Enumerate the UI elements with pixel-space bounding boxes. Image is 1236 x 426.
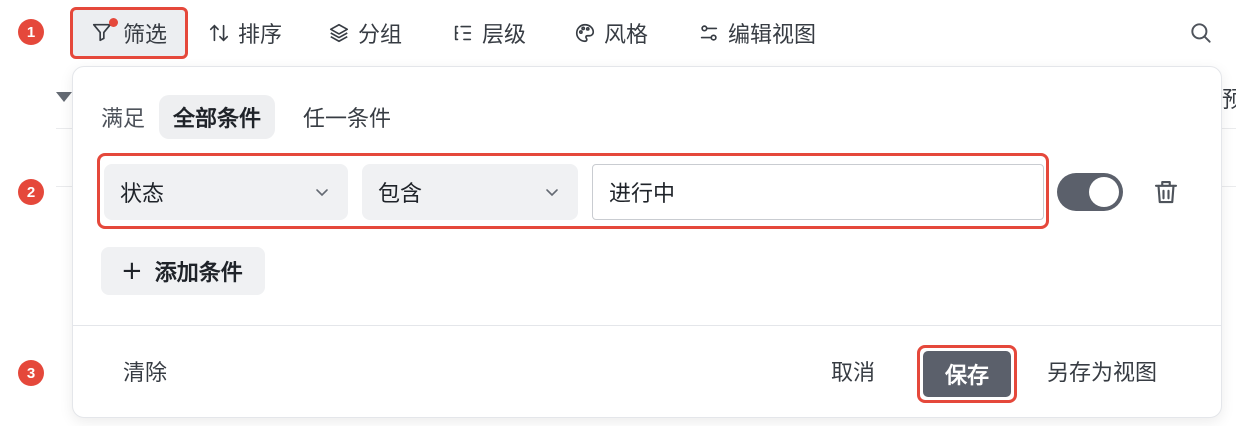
level-button[interactable]: 层级	[442, 7, 536, 59]
plus-icon: +	[121, 256, 143, 286]
condition-enable-toggle[interactable]	[1057, 173, 1123, 211]
save-as-view-button[interactable]: 另存为视图	[1047, 355, 1157, 387]
filter-active-dot	[108, 18, 118, 27]
edit-view-button[interactable]: 编辑视图	[688, 7, 826, 59]
filter-panel: 满足 全部条件 任一条件 状态 包含 + 添加条件 清除 取消 保存 另存为视图	[72, 66, 1222, 418]
clear-button[interactable]: 清除	[123, 355, 167, 387]
style-label: 风格	[604, 23, 649, 48]
condition-value-input[interactable]	[592, 164, 1044, 220]
collapse-caret-icon	[56, 92, 72, 102]
view-toolbar: 筛选 排序 分组 层级 风格 编辑视图	[62, 0, 1236, 66]
chevron-down-icon	[546, 189, 558, 197]
delete-condition-icon[interactable]	[1151, 177, 1181, 207]
match-mode-row: 满足 全部条件 任一条件	[101, 95, 405, 139]
operator-select[interactable]: 包含	[362, 164, 578, 220]
add-condition-label: 添加条件	[154, 261, 243, 286]
group-label: 分组	[358, 23, 403, 48]
step-badge-1: 1	[18, 19, 44, 45]
filter-icon	[91, 18, 118, 45]
filter-button[interactable]: 筛选	[70, 7, 188, 59]
level-label: 层级	[482, 23, 527, 48]
column-header-partial: 预	[1222, 88, 1236, 113]
search-icon[interactable]	[1188, 20, 1214, 46]
match-label: 满足	[101, 107, 146, 132]
save-button[interactable]: 保存	[923, 351, 1011, 397]
layers-icon	[329, 23, 349, 43]
edit-view-label: 编辑视图	[728, 23, 817, 48]
add-condition-button[interactable]: + 添加条件	[101, 247, 265, 295]
match-all-option[interactable]: 全部条件	[159, 95, 276, 139]
panel-divider	[73, 325, 1221, 326]
sort-icon	[209, 24, 229, 42]
group-button[interactable]: 分组	[318, 7, 412, 59]
match-any-option[interactable]: 任一条件	[289, 95, 405, 139]
toggle-knob	[1089, 177, 1119, 207]
settings-sliders-icon	[700, 25, 718, 41]
cancel-button[interactable]: 取消	[831, 355, 875, 387]
filter-condition-row: 状态 包含	[97, 153, 1049, 229]
step-badge-2: 2	[18, 179, 44, 205]
style-button[interactable]: 风格	[564, 7, 658, 59]
hierarchy-icon	[454, 25, 472, 41]
field-select-value: 状态	[120, 182, 165, 207]
filter-label: 筛选	[122, 23, 167, 48]
operator-select-value: 包含	[378, 182, 423, 207]
palette-icon	[576, 23, 595, 43]
step-badge-3: 3	[18, 360, 44, 386]
sort-button[interactable]: 排序	[198, 7, 292, 59]
chevron-down-icon	[316, 189, 328, 197]
field-select[interactable]: 状态	[104, 164, 348, 220]
save-button-highlight: 保存	[917, 345, 1017, 403]
sort-label: 排序	[238, 23, 283, 48]
